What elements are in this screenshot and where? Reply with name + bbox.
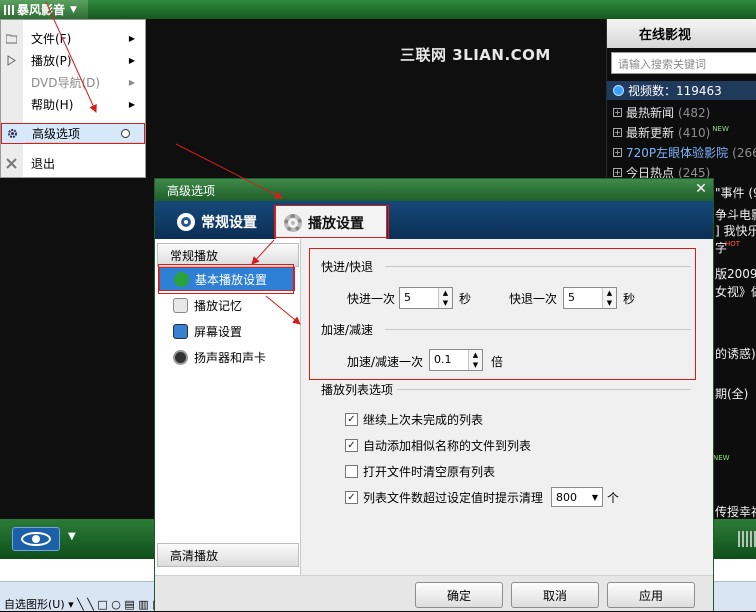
annotation-arrow	[45, 1, 97, 113]
annotation-arrow	[251, 239, 275, 265]
annotation-arrows	[45, 1, 301, 325]
annotation-arrow	[265, 295, 301, 325]
annotation-arrow	[175, 143, 283, 199]
